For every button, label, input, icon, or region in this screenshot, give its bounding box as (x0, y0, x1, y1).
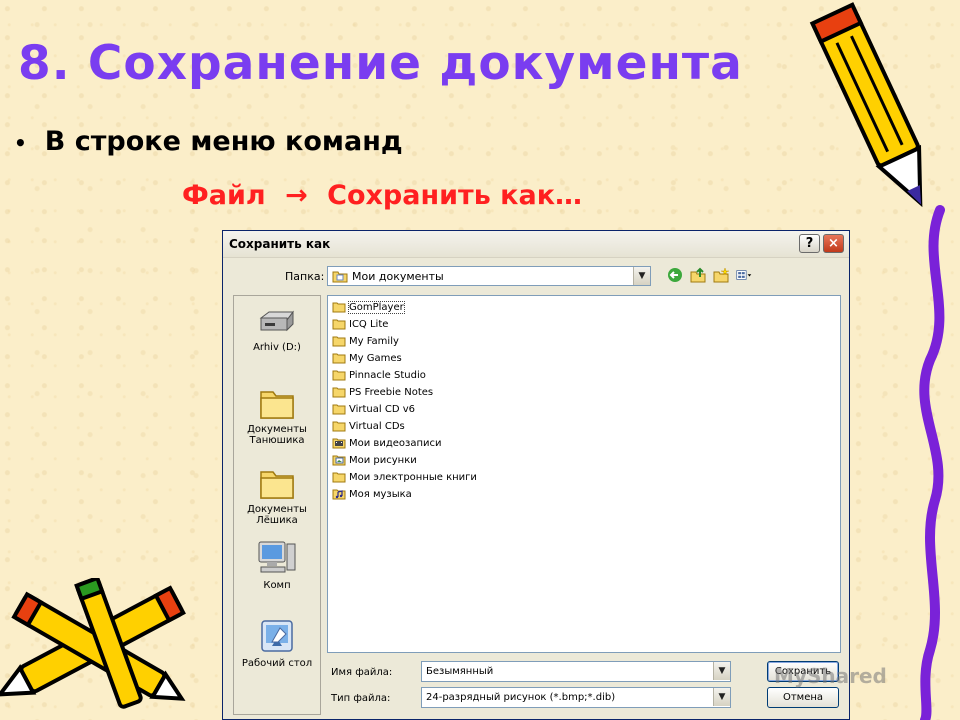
chevron-down-icon: ▼ (718, 692, 726, 702)
filename-label: Имя файла: (331, 667, 393, 678)
list-item[interactable]: My Games (332, 350, 402, 366)
my-documents-icon (332, 271, 348, 283)
place-label: Рабочий стол (241, 658, 313, 669)
file-name: Virtual CD v6 (349, 403, 415, 415)
menu-file: Файл (182, 180, 266, 211)
slide-title: 8. Сохранение документа (18, 36, 743, 91)
chevron-down-icon: ▼ (718, 666, 726, 676)
place-label: Комп (263, 580, 291, 591)
places-bar: Arhiv (D:) Документы Танюшика Документы … (233, 295, 321, 715)
file-name: Pinnacle Studio (349, 369, 426, 381)
bullet-dot: • (14, 130, 27, 155)
list-item[interactable]: GomPlayer (332, 299, 405, 315)
cancel-button[interactable]: Отмена (767, 687, 839, 708)
list-item[interactable]: ICQ Lite (332, 316, 388, 332)
folder-dropdown-button[interactable]: ▼ (633, 267, 650, 285)
pencils-icon (0, 578, 186, 709)
chevron-down-icon: ▼ (638, 271, 646, 281)
folder-icon (332, 353, 346, 364)
folder-icon (332, 421, 346, 432)
up-folder-icon[interactable] (690, 267, 706, 283)
file-name: My Games (349, 352, 402, 364)
save-as-dialog: Сохранить как ? × Папка: Мои документы ▼ (222, 230, 850, 720)
filename-value: Безымянный (426, 666, 494, 677)
pictures-folder-icon (332, 455, 346, 466)
place-computer[interactable]: Комп (234, 540, 320, 591)
folder-icon (260, 471, 294, 499)
music-folder-icon (332, 489, 346, 500)
watermark: MyShared (774, 664, 887, 688)
filetype-select[interactable]: 24-разрядный рисунок (*.bmp;*.dib) ▼ (421, 687, 731, 708)
desktop-icon (261, 620, 293, 652)
place-docs-lyoshik[interactable]: Документы Лёшика (234, 466, 320, 526)
back-icon[interactable] (667, 267, 683, 283)
folder-icon (332, 302, 346, 313)
place-label: Документы Лёшика (247, 504, 307, 526)
filetype-value: 24-разрядный рисунок (*.bmp;*.dib) (426, 692, 616, 703)
list-item[interactable]: PS Freebie Notes (332, 384, 433, 400)
list-item[interactable]: Мои рисунки (332, 452, 417, 468)
decorative-squiggle (919, 205, 945, 720)
folder-value: Мои документы (352, 270, 444, 283)
file-list[interactable]: GomPlayer ICQ Lite My Family My Games Pi… (327, 295, 841, 653)
folder-icon (332, 319, 346, 330)
place-docs-tanyushik[interactable]: Документы Танюшика (234, 386, 320, 446)
computer-icon (258, 541, 296, 573)
list-item[interactable]: Virtual CD v6 (332, 401, 415, 417)
file-name: ICQ Lite (349, 318, 389, 330)
help-button[interactable]: ? (799, 234, 820, 253)
place-drive[interactable]: Arhiv (D:) (234, 308, 320, 353)
folder-icon (332, 336, 346, 347)
bullet-text: В строке меню команд (44, 126, 403, 157)
file-name: GomPlayer (348, 300, 405, 314)
folder-icon (332, 370, 346, 381)
bullet-line: • В строке меню команд (14, 126, 403, 157)
list-item[interactable]: Pinnacle Studio (332, 367, 426, 383)
list-item[interactable]: Мои видеозаписи (332, 435, 441, 451)
file-name: Мои рисунки (349, 454, 417, 466)
list-item[interactable]: My Family (332, 333, 399, 349)
folder-row: Папка: Мои документы ▼ (223, 265, 849, 289)
close-button[interactable]: × (823, 234, 844, 253)
file-name: PS Freebie Notes (349, 386, 434, 398)
list-item[interactable]: Моя музыка (332, 486, 412, 502)
folder-icon (260, 391, 294, 419)
drive-icon (259, 310, 294, 332)
filename-input[interactable]: Безымянный ▼ (421, 661, 731, 682)
arrow-icon: → (285, 180, 308, 211)
menu-save-as: Сохранить как… (327, 180, 583, 211)
file-name: Моя музыка (349, 488, 412, 500)
views-menu-icon[interactable] (736, 267, 752, 283)
folder-icon (332, 404, 346, 415)
folder-icon (332, 387, 346, 398)
filetype-label: Тип файла: (331, 693, 391, 704)
file-name: Мои видеозаписи (349, 437, 442, 449)
toolbar-icons (667, 267, 752, 283)
list-item[interactable]: Мои электронные книги (332, 469, 477, 485)
folder-combo[interactable]: Мои документы ▼ (327, 266, 651, 286)
pencil-icon (809, 2, 923, 208)
filetype-dropdown-button[interactable]: ▼ (713, 688, 730, 706)
menu-path: Файл → Сохранить как… (182, 180, 582, 211)
file-name: My Family (349, 335, 399, 347)
dialog-title: Сохранить как (229, 237, 331, 251)
place-label: Документы Танюшика (247, 424, 307, 446)
video-folder-icon (332, 438, 346, 449)
place-desktop[interactable]: Рабочий стол (234, 618, 320, 669)
filename-dropdown-button[interactable]: ▼ (713, 662, 730, 680)
file-name: Virtual CDs (349, 420, 405, 432)
folder-label: Папка: (285, 270, 325, 283)
folder-icon (332, 472, 346, 483)
list-item[interactable]: Virtual CDs (332, 418, 405, 434)
file-name: Мои электронные книги (349, 471, 477, 483)
dialog-titlebar[interactable]: Сохранить как ? × (223, 231, 849, 258)
new-folder-icon[interactable] (713, 267, 729, 283)
place-label: Arhiv (D:) (253, 342, 301, 353)
